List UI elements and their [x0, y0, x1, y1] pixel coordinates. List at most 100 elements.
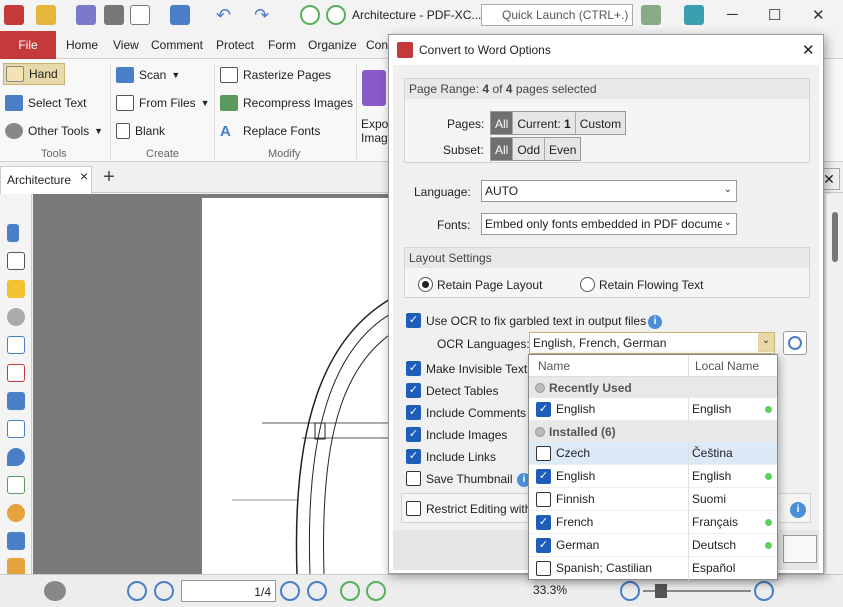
- include-comments-label[interactable]: Include Comments: [426, 406, 526, 420]
- column-local-name[interactable]: Local Name: [695, 359, 759, 373]
- previous-page-icon[interactable]: [154, 581, 174, 601]
- subset-segmented-control[interactable]: All Odd Even: [490, 137, 582, 161]
- redo-icon[interactable]: ↷: [254, 5, 274, 25]
- use-ocr-label[interactable]: Use OCR to fix garbled text in output fi…: [426, 314, 646, 328]
- forward-view-icon[interactable]: [366, 581, 386, 601]
- first-page-icon[interactable]: [127, 581, 147, 601]
- tab-view[interactable]: View: [113, 38, 139, 52]
- back-icon[interactable]: [300, 5, 320, 25]
- vertical-scrollbar[interactable]: [826, 194, 843, 574]
- undo-icon[interactable]: ↶: [216, 5, 236, 25]
- info-icon[interactable]: i: [648, 315, 662, 329]
- list-item[interactable]: ✓ German Deutsch: [529, 534, 777, 557]
- open-folder-icon[interactable]: [36, 5, 56, 25]
- rasterize-pages-button[interactable]: Rasterize Pages: [220, 67, 331, 83]
- retain-flowing-text-radio[interactable]: [580, 277, 595, 292]
- export-images-icon[interactable]: [362, 70, 386, 106]
- hand-tool-button[interactable]: Hand: [3, 63, 65, 85]
- replace-fonts-button[interactable]: A Replace Fonts: [220, 123, 320, 140]
- list-item[interactable]: Czech Čeština: [529, 442, 777, 465]
- settings-gear-icon[interactable]: [44, 581, 66, 601]
- list-item[interactable]: Finnish Suomi: [529, 488, 777, 511]
- language-checkbox[interactable]: [536, 446, 551, 461]
- detect-tables-label[interactable]: Detect Tables: [426, 384, 499, 398]
- comments-icon[interactable]: [7, 280, 25, 298]
- save-icon[interactable]: [76, 5, 96, 25]
- last-page-icon[interactable]: [307, 581, 327, 601]
- pages-custom-option[interactable]: Custom: [576, 112, 625, 134]
- column-name[interactable]: Name: [538, 359, 570, 373]
- maximize-button[interactable]: ☐: [768, 6, 781, 24]
- retain-page-layout-label[interactable]: Retain Page Layout: [437, 278, 542, 292]
- detect-tables-checkbox[interactable]: ✓: [406, 383, 421, 398]
- restrict-editing-label[interactable]: Restrict Editing with: [426, 502, 531, 516]
- fullscreen-icon[interactable]: [684, 5, 704, 25]
- back-view-icon[interactable]: [340, 581, 360, 601]
- close-tab-icon[interactable]: ×: [80, 168, 88, 184]
- include-images-checkbox[interactable]: ✓: [406, 427, 421, 442]
- destinations-icon[interactable]: [7, 448, 25, 466]
- next-page-icon[interactable]: [280, 581, 300, 601]
- document-tab[interactable]: Architecture ×: [0, 166, 92, 194]
- dialog-close-button[interactable]: ✕: [802, 41, 815, 59]
- language-checkbox[interactable]: ✓: [536, 515, 551, 530]
- zoom-in-icon[interactable]: [754, 581, 774, 601]
- add-tab-button[interactable]: +: [96, 166, 122, 192]
- group-collapse-icon[interactable]: [535, 427, 545, 437]
- settings-icon[interactable]: [641, 5, 661, 25]
- include-comments-checkbox[interactable]: ✓: [406, 405, 421, 420]
- scrollbar-thumb[interactable]: [832, 212, 838, 262]
- language-checkbox[interactable]: ✓: [536, 469, 551, 484]
- pages-current-option[interactable]: Current: 1: [513, 112, 576, 134]
- use-ocr-checkbox[interactable]: ✓: [406, 313, 421, 328]
- tab-form[interactable]: Form: [268, 38, 296, 52]
- fonts-select[interactable]: Embed only fonts embedded in PDF docume ⌄: [481, 213, 737, 235]
- list-item[interactable]: Spanish; Castilian Español: [529, 557, 777, 580]
- tags-icon[interactable]: [7, 532, 25, 550]
- blank-button[interactable]: Blank: [116, 123, 165, 139]
- pages-segmented-control[interactable]: All Current: 1 Custom: [490, 111, 627, 135]
- pages-icon[interactable]: [7, 252, 25, 270]
- zoom-out-icon[interactable]: [620, 581, 640, 601]
- subset-odd-option[interactable]: Odd: [513, 138, 546, 160]
- recompress-images-button[interactable]: Recompress Images: [220, 95, 353, 111]
- invisible-text-label[interactable]: Make Invisible Text V: [426, 362, 539, 376]
- close-window-button[interactable]: ✕: [812, 6, 825, 24]
- tab-convert[interactable]: Con: [366, 38, 388, 52]
- scan-icon[interactable]: [170, 5, 190, 25]
- include-links-label[interactable]: Include Links: [426, 450, 496, 464]
- email-icon[interactable]: [130, 5, 150, 25]
- select-text-button[interactable]: Select Text: [5, 95, 86, 111]
- print-icon[interactable]: [104, 5, 124, 25]
- content-icon[interactable]: [7, 336, 25, 354]
- tab-protect[interactable]: Protect: [216, 38, 254, 52]
- links-icon[interactable]: [7, 504, 25, 522]
- layers-icon[interactable]: [7, 392, 25, 410]
- language-checkbox[interactable]: [536, 492, 551, 507]
- list-item[interactable]: ✓ English English: [529, 465, 777, 488]
- fields-icon[interactable]: [7, 420, 25, 438]
- tab-comment[interactable]: Comment: [151, 38, 203, 52]
- quick-launch-input[interactable]: Quick Launch (CTRL+.): [481, 4, 633, 26]
- list-item[interactable]: ✓ French Français: [529, 511, 777, 534]
- attachment-icon[interactable]: [7, 308, 25, 326]
- retain-page-layout-radio[interactable]: [418, 277, 433, 292]
- language-checkbox[interactable]: [536, 561, 551, 576]
- zoom-slider-thumb[interactable]: [655, 584, 667, 598]
- save-thumbnail-label[interactable]: Save Thumbnail: [426, 472, 513, 486]
- save-thumbnail-checkbox[interactable]: [406, 471, 421, 486]
- language-select[interactable]: AUTO ⌄: [481, 180, 737, 202]
- language-checkbox[interactable]: ✓: [536, 538, 551, 553]
- retain-flowing-text-label[interactable]: Retain Flowing Text: [599, 278, 704, 292]
- from-files-button[interactable]: From Files ▼: [116, 95, 210, 111]
- info-icon[interactable]: i: [790, 502, 806, 518]
- include-images-label[interactable]: Include Images: [426, 428, 507, 442]
- subset-even-option[interactable]: Even: [545, 138, 580, 160]
- other-tools-button[interactable]: Other Tools ▼: [5, 123, 103, 139]
- scan-button[interactable]: Scan ▼: [116, 67, 180, 83]
- minimize-button[interactable]: ─: [727, 6, 738, 23]
- group-collapse-icon[interactable]: [535, 383, 545, 393]
- include-links-checkbox[interactable]: ✓: [406, 449, 421, 464]
- language-checkbox[interactable]: ✓: [536, 402, 551, 417]
- tab-home[interactable]: Home: [66, 38, 98, 52]
